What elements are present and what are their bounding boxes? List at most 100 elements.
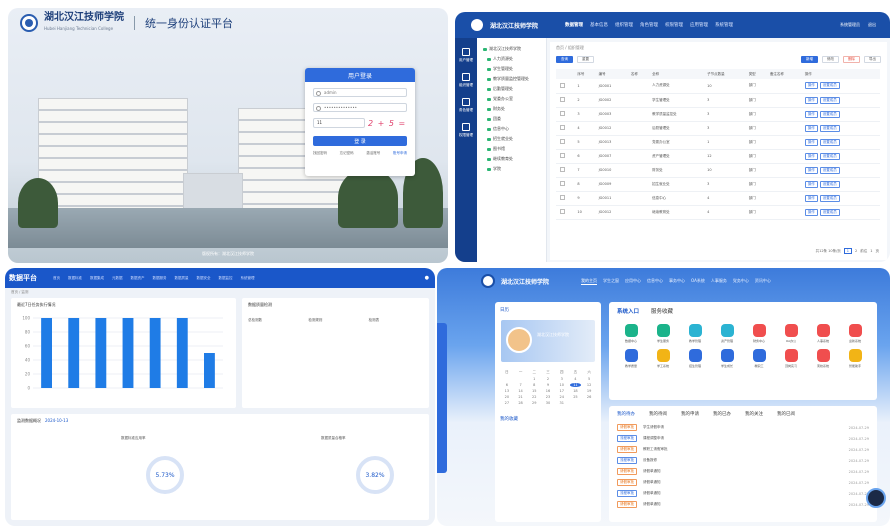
password-field[interactable]: •••••••••••••• [313,103,407,112]
table-row[interactable]: 3 JG0003 教学质量监控处 3 部门 操作 设置成员 [556,107,880,122]
app-tile[interactable]: 教职工 [743,349,775,368]
bar[interactable] [176,318,188,388]
app-tile[interactable]: 资产管理 [711,324,743,343]
task-row[interactable]: 请假审批 请假单通知 2024-07-29 [609,477,877,488]
calendar-day[interactable]: 4 [570,377,582,381]
row-checkbox[interactable] [556,177,574,192]
edit-button[interactable]: 修改 [822,56,839,63]
sidebar-item-user[interactable]: 用户管理 [455,48,477,63]
admin-menu-role[interactable]: 角色管理 [640,22,658,28]
calendar-day[interactable]: 20 [501,395,513,399]
row-checkbox[interactable] [556,149,574,164]
captcha-image[interactable]: 2 + 5 = [368,119,406,128]
task-row[interactable]: 流程审批 请假单通知 2024-07-29 [609,488,877,499]
link-apply-account[interactable]: 账号申请 [393,151,407,156]
task-tab[interactable]: 我的已办 [713,411,731,417]
task-tab[interactable]: 我的待阅 [649,411,667,417]
admin-menu-app[interactable]: 应用管理 [690,22,708,28]
portal-menu-item[interactable]: 资讯中心 [755,278,771,284]
calendar-day[interactable]: 25 [570,395,582,399]
calendar-day[interactable]: 14 [515,389,527,393]
calendar-day[interactable]: 18 [570,389,582,393]
username-field[interactable]: admin [313,88,407,97]
row-action-button[interactable]: 操作 [804,194,818,202]
set-members-button[interactable]: 设置成员 [819,96,840,104]
calendar-day[interactable]: 7 [515,383,527,387]
calendar-day[interactable]: 21 [515,395,527,399]
tree-item[interactable]: 教学质量监控管理处 [487,76,542,82]
calendar-day[interactable] [501,377,513,381]
app-tile[interactable]: 离校系统 [807,349,839,368]
tree-item[interactable]: 团委 [487,116,542,122]
link-activate-account[interactable]: 激活账号 [366,151,380,156]
calendar-day[interactable]: 8 [528,383,540,387]
app-tile[interactable]: 顶岗实习 [775,349,807,368]
admin-menu-org[interactable]: 组织管理 [615,22,633,28]
portal-menu-item[interactable]: 党务中心 [733,278,749,284]
table-row[interactable]: 10 JG0012 继续教育处 4 部门 操作 设置成员 [556,205,880,220]
tree-item[interactable]: 人力资源处 [487,56,542,62]
app-tile[interactable]: OA办公 [775,324,807,343]
bar[interactable] [68,318,80,388]
sidebar-item-role[interactable]: 角色管理 [455,98,477,113]
task-row[interactable]: 请假审批 学生请假申请 2024-07-29 [609,422,877,433]
row-checkbox[interactable] [556,79,574,94]
task-row[interactable]: 流程审批 设备报修 2024-07-29 [609,455,877,466]
tree-item[interactable]: 学生管理处 [487,66,542,72]
calendar-day[interactable]: 27 [501,401,513,405]
link-forgot-password[interactable]: 忘记密码 [340,151,354,156]
table-row[interactable]: 5 JG0013 党委办公室 1 部门 操作 设置成员 [556,135,880,150]
task-row[interactable]: 请假审批 请假单通知 2024-07-29 [609,466,877,477]
calendar-day[interactable]: 22 [528,395,540,399]
calendar-day[interactable]: 3 [556,377,568,381]
left-shortcut-bar[interactable] [437,323,447,473]
table-row[interactable]: 6 JG0007 资产管理处 12 部门 操作 设置成员 [556,149,880,164]
tab-system-entry[interactable]: 系统入口 [617,307,639,315]
data-menu-item[interactable]: 数据安全 [197,276,211,281]
add-button[interactable]: 新增 [801,56,818,63]
calendar-day[interactable]: 11 [569,383,582,387]
set-members-button[interactable]: 设置成员 [819,110,840,118]
avatar[interactable] [506,327,532,353]
app-tile[interactable]: 智能助手 [839,349,871,368]
row-action-button[interactable]: 操作 [804,138,818,146]
task-tab[interactable]: 我的待办 [617,411,635,417]
admin-user-name[interactable]: 系统管理员 [840,22,860,28]
bar[interactable] [41,318,52,388]
task-tab[interactable]: 我的已阅 [777,411,795,417]
admin-menu-sys[interactable]: 系统管理 [715,22,733,28]
task-tab[interactable]: 我的关注 [745,411,763,417]
sidebar-item-org[interactable]: 组织管理 [455,73,477,88]
task-row[interactable]: 请假审批 请假单通知 2024-07-29 [609,499,877,510]
app-tile[interactable]: 学生成长 [711,349,743,368]
set-members-button[interactable]: 设置成员 [819,180,840,188]
search-button[interactable]: 查询 [556,56,573,63]
admin-menu-perm[interactable]: 权限管理 [665,22,683,28]
admin-menu-data[interactable]: 数据管理 [565,22,583,28]
row-action-button[interactable]: 操作 [804,96,818,104]
sidebar-item-perm[interactable]: 权限管理 [455,123,477,138]
tree-item[interactable]: 学院 [487,166,542,172]
page-2[interactable]: 2 [855,249,857,253]
tab-service-collect[interactable]: 服务收藏 [651,307,673,315]
app-tile[interactable]: 数据中心 [615,324,647,343]
row-action-button[interactable]: 操作 [804,110,818,118]
calendar-day[interactable]: 31 [556,401,568,405]
table-row[interactable]: 9 JG0011 信息中心 4 部门 操作 设置成员 [556,191,880,206]
data-menu-item[interactable]: 数据集成 [90,276,104,281]
set-members-button[interactable]: 设置成员 [819,124,840,132]
set-members-button[interactable]: 设置成员 [819,138,840,146]
data-menu-item[interactable]: 系统管理 [241,276,255,281]
calendar-day[interactable] [515,377,527,381]
row-checkbox[interactable] [556,163,574,178]
row-checkbox[interactable] [556,205,574,220]
calendar-day[interactable]: 13 [501,389,513,393]
portal-menu-item[interactable]: 应用中心 [625,278,641,284]
row-checkbox[interactable] [556,191,574,206]
link-find-password[interactable]: 找回密码 [313,151,327,156]
login-button[interactable]: 登 录 [313,136,407,146]
tree-item[interactable]: 后勤管理处 [487,86,542,92]
set-members-button[interactable]: 设置成员 [819,82,840,90]
tree-item[interactable]: 财务处 [487,106,542,112]
app-tile[interactable]: 招生管理 [679,349,711,368]
